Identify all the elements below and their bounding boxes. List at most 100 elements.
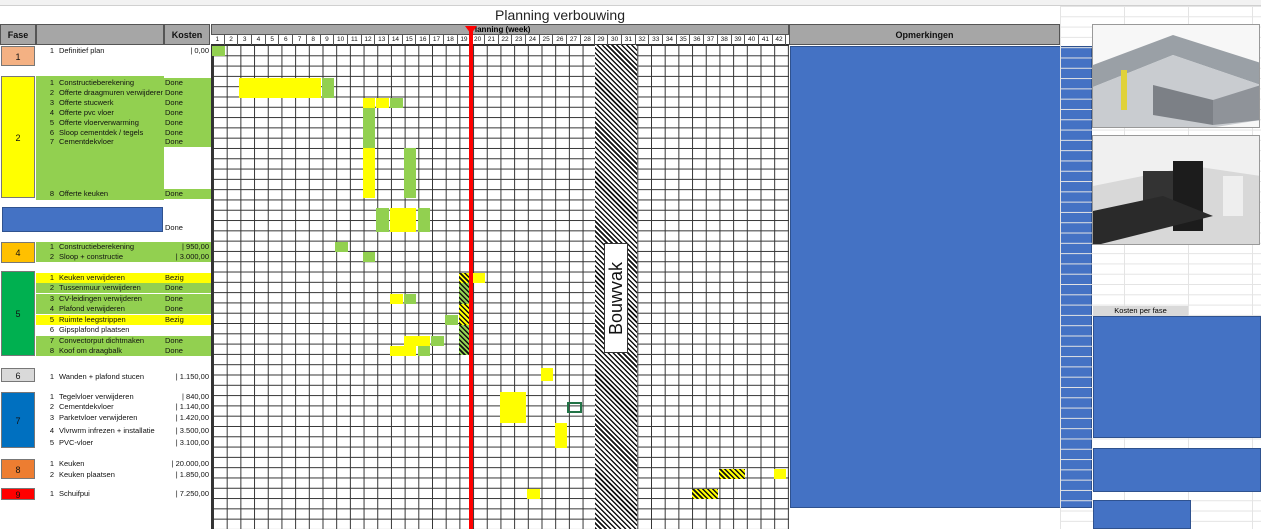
gantt-bar[interactable] (403, 148, 417, 198)
task-row[interactable]: 3 CV-leidingen verwijderen Done (36, 294, 211, 304)
gantt-bar[interactable] (403, 336, 431, 346)
gantt-bar[interactable] (431, 336, 444, 346)
task-number: 4 (49, 304, 54, 313)
week-number: 33 (649, 35, 664, 45)
gantt-bar[interactable] (362, 108, 376, 148)
phase-cell[interactable]: 5 (1, 271, 35, 356)
gantt-bar[interactable] (390, 294, 403, 304)
sheet-title: Planning verbouwing (495, 7, 625, 23)
gantt-bar[interactable] (239, 78, 321, 98)
gantt-bar[interactable] (691, 489, 718, 499)
gantt-bar[interactable] (718, 469, 746, 479)
phase-cell[interactable]: 1 (1, 46, 35, 66)
task-row[interactable]: 8 Offerte keuken Done (36, 189, 211, 199)
gantt-bar[interactable] (212, 46, 225, 56)
gantt-bar[interactable] (403, 294, 417, 304)
phase-cell[interactable]: 7 (1, 392, 35, 448)
gantt-bar[interactable] (390, 346, 417, 356)
task-row[interactable]: 5 Ruimte leegstrippen Bezig (36, 315, 211, 325)
header-opmerkingen: Opmerkingen (789, 24, 1060, 45)
task-cost (164, 98, 209, 108)
week-number: 31 (622, 35, 636, 45)
kitchen-render-photo-icon[interactable] (1092, 135, 1260, 245)
task-row[interactable]: 6 Gipsplafond plaatsen (36, 325, 211, 335)
gantt-bar[interactable] (321, 78, 335, 98)
task-row[interactable]: 4 Plafond verwijderen Done (36, 304, 211, 314)
task-row[interactable]: 1 Tegelvloer verwijderen | 840,00 (36, 392, 211, 402)
gantt-bar[interactable] (362, 148, 376, 198)
task-row[interactable]: 1 Keuken verwijderen Bezig (36, 273, 211, 283)
gantt-bar[interactable] (527, 489, 540, 499)
gantt-bar[interactable] (335, 242, 348, 252)
week-number: 36 (691, 35, 705, 45)
gantt-bar[interactable] (417, 346, 431, 356)
gantt-bar[interactable] (444, 315, 458, 325)
week-number: 30 (608, 35, 622, 45)
task-label: Cementdekvloer (59, 137, 114, 146)
task-label: Koof om draagbalk (59, 346, 122, 355)
gantt-bar[interactable] (390, 208, 417, 232)
task-number: 5 (49, 118, 54, 127)
kitchen-render-3d-icon[interactable] (1092, 24, 1260, 128)
opmerkingen-box[interactable] (790, 46, 1092, 508)
task-row[interactable]: 2 Cementdekvloer | 1.140,00 (36, 402, 211, 412)
phase-cell[interactable]: 2 (1, 76, 35, 198)
task-row[interactable]: 7 Cementdekvloer Done (36, 137, 211, 147)
task-row[interactable]: 3 Parketvloer verwijderen | 1.420,00 (36, 413, 211, 423)
task-row[interactable]: 4 Vlvrwrm infrezen + installatie | 3.500,0… (36, 426, 211, 436)
week-number: 7 (293, 35, 307, 45)
week-number-row: 1 2 3 4 5 6 7 8 9 10 11 12 13 14 15 16 17 18 19 20 21 22 23 24 2… (211, 35, 789, 45)
task-label: Offerte vloerverwarming (59, 118, 139, 127)
task-row[interactable]: 7 Convectorput dichtmaken Done (36, 336, 211, 346)
gantt-bar[interactable] (362, 252, 376, 262)
gantt-bar[interactable] (390, 98, 403, 108)
task-cost (164, 304, 209, 314)
gantt-bar[interactable] (773, 469, 787, 479)
task-row[interactable]: 1 Wanden + plafond stucen | 1.150,00 (36, 372, 211, 382)
phase-cell[interactable]: 6 (1, 368, 35, 382)
chart-box-2[interactable] (1093, 448, 1261, 492)
week-number: 35 (677, 35, 691, 45)
task-row[interactable]: 5 Offerte vloerverwarming Done (36, 118, 211, 128)
gantt-bar[interactable] (376, 98, 390, 108)
task-number: 1 (49, 489, 54, 498)
selected-cell[interactable] (567, 402, 582, 413)
kosten-per-fase-title: Kosten per fase (1093, 306, 1188, 316)
gantt-bar[interactable] (554, 423, 568, 448)
task-row[interactable]: 2 Keuken plaatsen | 1.850,00 (36, 470, 211, 480)
today-line[interactable] (469, 30, 473, 529)
gantt-bar[interactable] (472, 273, 485, 283)
task-cost: | 1.850,00 (175, 470, 209, 479)
task-row[interactable]: 1 Schuifpui | 7.250,00 (36, 489, 211, 499)
task-row[interactable]: 4 Offerte pvc vloer Done (36, 108, 211, 118)
task-row[interactable]: 2 Tussenmuur verwijderen Done (36, 283, 211, 293)
task-row[interactable]: 3 Offerte stucwerk Done (36, 98, 211, 108)
gantt-bar[interactable] (540, 368, 554, 381)
task-row[interactable]: 8 Koof om draagbalk Done (36, 346, 211, 356)
task-cost (164, 189, 209, 199)
task-row[interactable]: 1 Keuken | 20.000,00 (36, 459, 211, 469)
task-row[interactable]: 5 PVC-vloer | 3.100,00 (36, 438, 211, 448)
task-row[interactable]: 1 Constructieberekening | 950,00 (36, 242, 211, 252)
gantt-bar[interactable] (417, 208, 431, 232)
phase-cell[interactable]: 9 (1, 488, 35, 500)
gantt-bar[interactable] (362, 98, 376, 108)
task-label: CV-leidingen verwijderen (59, 294, 142, 303)
week-number: 2 (225, 35, 239, 45)
kosten-per-fase-chart[interactable] (1093, 316, 1261, 438)
task-row[interactable]: 1 Constructieberekening Done (36, 78, 211, 88)
task-number: 1 (49, 46, 54, 55)
gantt-bar[interactable] (376, 208, 390, 232)
task-row[interactable]: 2 Sloop + constructie | 3.000,00 (36, 252, 211, 262)
task-cost (164, 88, 209, 98)
phase-cell[interactable]: 8 (1, 459, 35, 479)
task-cost: | 3.500,00 (175, 426, 209, 435)
task-number (36, 223, 54, 233)
task-row[interactable]: Done (36, 223, 211, 233)
phase-cell[interactable]: 4 (1, 242, 35, 263)
gantt-bar[interactable] (499, 392, 527, 423)
task-row[interactable]: 2 Offerte draagmuren verwijderen Done (36, 88, 211, 98)
chart-box-3[interactable] (1093, 500, 1191, 529)
task-row[interactable]: 1 Definitief plan | 0,00 (36, 46, 211, 56)
week-number: 6 (280, 35, 294, 45)
